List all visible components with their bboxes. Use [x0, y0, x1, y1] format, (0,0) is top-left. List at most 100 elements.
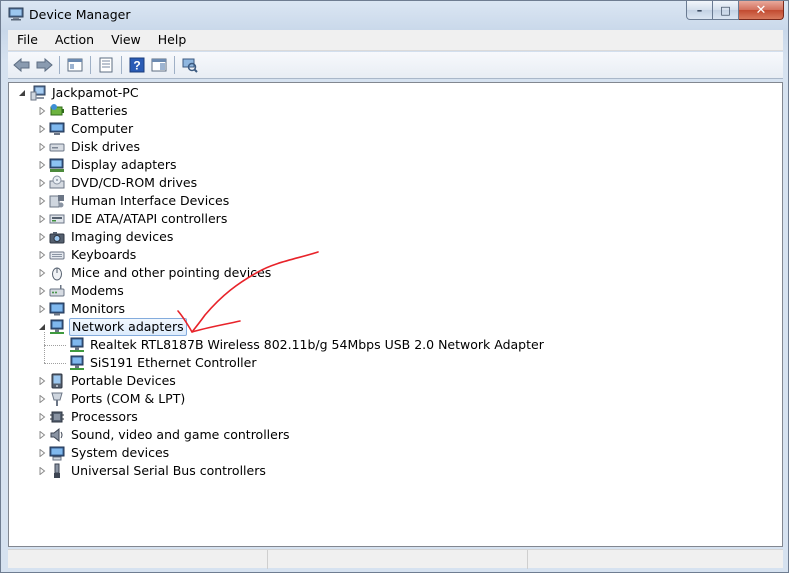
show-hide-tree-icon [67, 58, 83, 72]
tree-category-label: System devices [71, 445, 170, 460]
expand-arrow-icon[interactable] [38, 125, 46, 133]
help-button[interactable]: ? [126, 54, 148, 76]
tree-category-label: Processors [71, 409, 138, 424]
tree-category[interactable]: Mice and other pointing devices [9, 264, 509, 282]
back-button[interactable] [11, 54, 33, 76]
computer-icon [49, 122, 65, 135]
expand-arrow-icon[interactable] [38, 161, 46, 169]
tree-category[interactable]: Imaging devices [9, 228, 509, 246]
collapse-arrow-icon[interactable] [18, 89, 26, 97]
tree-category[interactable]: Keyboards [9, 246, 509, 264]
tree-category[interactable]: Batteries [9, 102, 509, 120]
forward-arrow-icon [36, 57, 53, 73]
tree-category[interactable]: Monitors [9, 300, 509, 318]
back-arrow-icon [13, 57, 30, 73]
expand-arrow-icon[interactable] [38, 215, 46, 223]
properties-button[interactable] [95, 54, 117, 76]
expand-arrow-icon[interactable] [38, 251, 46, 259]
close-button[interactable]: ✕ [739, 1, 784, 20]
tree-category[interactable]: Computer [9, 120, 509, 138]
toolbar: ? [8, 52, 783, 79]
menu-view[interactable]: View [102, 30, 149, 50]
tree-root-label: Jackpamot-PC [52, 85, 139, 100]
expand-arrow-icon[interactable] [38, 233, 46, 241]
expand-arrow-icon[interactable] [38, 143, 46, 151]
expand-arrow-icon[interactable] [38, 377, 46, 385]
action-pane-button[interactable] [148, 54, 170, 76]
collapse-arrow-icon[interactable] [38, 323, 46, 331]
computer-root-icon [30, 85, 46, 101]
usb-icon [54, 463, 60, 478]
show-hide-tree-button[interactable] [64, 54, 86, 76]
monitor-icon [49, 302, 65, 316]
menu-action[interactable]: Action [46, 30, 102, 50]
tree-category-label: Disk drives [71, 139, 140, 154]
device-manager-window: Device Manager – □ ✕ File Action View He… [0, 0, 789, 573]
expand-arrow-icon[interactable] [38, 107, 46, 115]
tree-category-label: Ports (COM & LPT) [71, 391, 186, 406]
tree-category[interactable]: Modems [9, 282, 509, 300]
tree-category[interactable]: System devices [9, 444, 509, 462]
system-device-icon [49, 446, 65, 461]
expand-arrow-icon[interactable] [38, 269, 46, 277]
tree-category[interactable]: Portable Devices [9, 372, 509, 390]
expand-arrow-icon[interactable] [38, 179, 46, 187]
menu-help[interactable]: Help [149, 30, 195, 50]
scan-hardware-button[interactable] [179, 54, 201, 76]
tree-category-label: DVD/CD-ROM drives [71, 175, 198, 190]
tree-category-label: Mice and other pointing devices [71, 265, 272, 280]
help-icon: ? [129, 57, 145, 73]
tree-root[interactable]: Jackpamot-PC [9, 84, 409, 102]
maximize-button[interactable]: □ [713, 1, 739, 20]
hid-icon [49, 195, 64, 208]
tree-connector [44, 332, 45, 363]
svg-text:?: ? [133, 59, 140, 73]
device-tree[interactable]: Jackpamot-PC Batteries Computer Disk drive… [8, 82, 783, 547]
expand-arrow-icon[interactable] [38, 431, 46, 439]
speaker-icon [50, 427, 63, 443]
tree-connector [44, 363, 66, 364]
tree-category[interactable]: Sound, video and game controllers [9, 426, 509, 444]
tree-category[interactable]: Universal Serial Bus controllers [9, 462, 509, 480]
expand-arrow-icon[interactable] [38, 197, 46, 205]
disk-drive-icon [49, 143, 65, 152]
menu-bar: File Action View Help [8, 30, 783, 51]
window-title: Device Manager [29, 7, 131, 22]
menu-file[interactable]: File [8, 30, 46, 50]
expand-arrow-icon[interactable] [38, 467, 46, 475]
status-cell [268, 550, 528, 569]
network-adapter-icon [70, 355, 84, 370]
mouse-icon [52, 267, 62, 281]
tree-category[interactable]: Processors [9, 408, 509, 426]
tree-category-label: Network adapters [69, 318, 187, 336]
tree-category[interactable]: IDE ATA/ATAPI controllers [9, 210, 509, 228]
tree-category-label: Display adapters [71, 157, 177, 172]
battery-icon [50, 104, 64, 116]
tree-category-label: Sound, video and game controllers [71, 427, 290, 442]
expand-arrow-icon[interactable] [38, 449, 46, 457]
tree-category-label: IDE ATA/ATAPI controllers [71, 211, 228, 226]
expand-arrow-icon[interactable] [38, 287, 46, 295]
tree-device[interactable]: Realtek RTL8187B Wireless 802.11b/g 54Mb… [9, 336, 709, 354]
title-bar[interactable]: Device Manager – □ ✕ [1, 1, 788, 29]
expand-arrow-icon[interactable] [38, 413, 46, 421]
minimize-button[interactable]: – [686, 1, 713, 20]
tree-category[interactable]: DVD/CD-ROM drives [9, 174, 509, 192]
expand-arrow-icon[interactable] [38, 305, 46, 313]
tree-category[interactable]: Network adapters [9, 318, 509, 336]
tree-device[interactable]: SiS191 Ethernet Controller [9, 354, 709, 372]
forward-button[interactable] [33, 54, 55, 76]
toolbar-separator [90, 56, 91, 74]
tree-category-label: Keyboards [71, 247, 137, 262]
status-bar [8, 549, 783, 569]
tree-category[interactable]: Display adapters [9, 156, 509, 174]
tree-category[interactable]: Disk drives [9, 138, 509, 156]
tree-category[interactable]: Ports (COM & LPT) [9, 390, 509, 408]
tree-category-label: Portable Devices [71, 373, 176, 388]
tree-device-label: Realtek RTL8187B Wireless 802.11b/g 54Mb… [90, 337, 544, 352]
tree-category[interactable]: Human Interface Devices [9, 192, 509, 210]
ide-controller-icon [49, 214, 65, 224]
tree-category-label: Computer [71, 121, 134, 136]
device-manager-icon [8, 7, 24, 21]
expand-arrow-icon[interactable] [38, 395, 46, 403]
